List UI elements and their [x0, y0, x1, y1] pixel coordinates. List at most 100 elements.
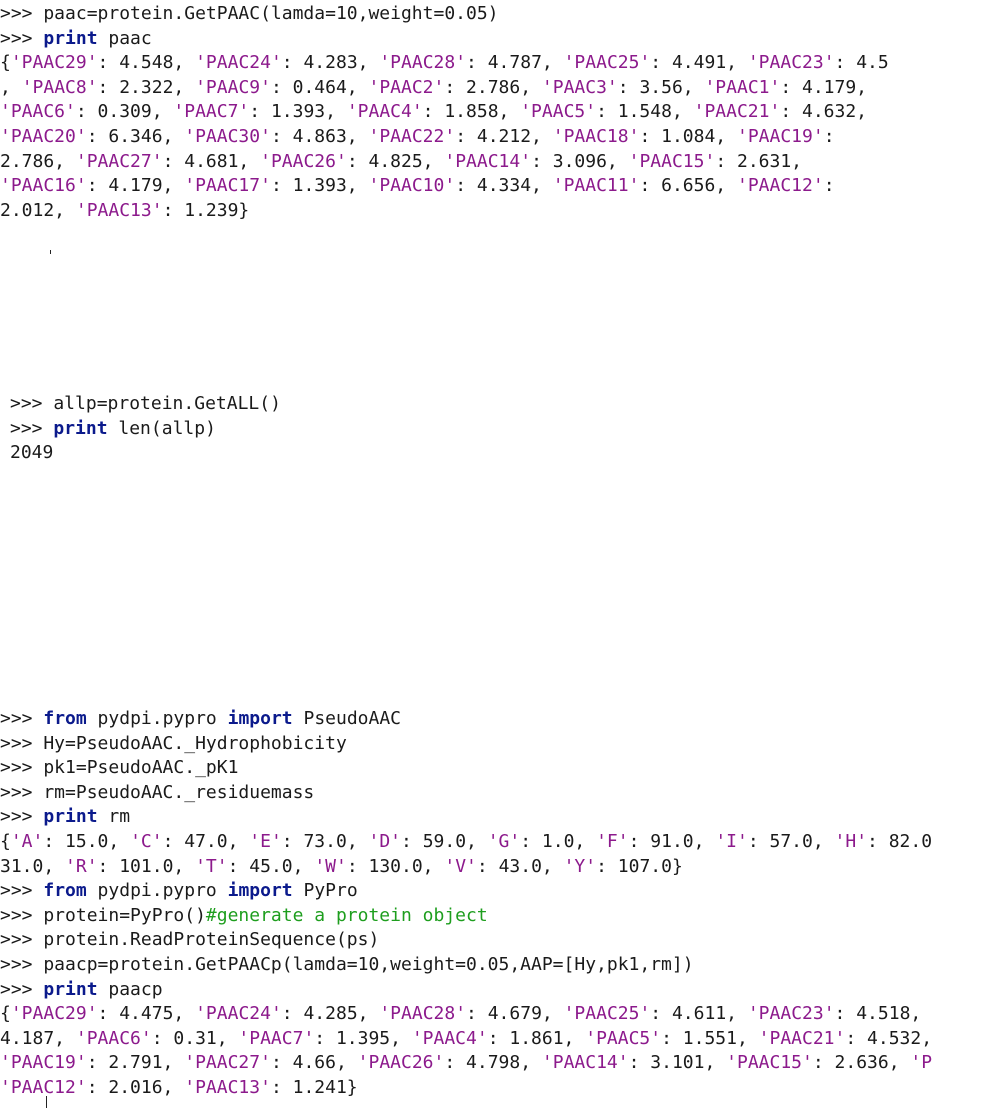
string-token: 'PAAC10': [368, 175, 456, 197]
console-line: {'PAAC29': 4.548, 'PAAC24': 4.283, 'PAAC…: [0, 51, 998, 76]
string-token: 'PAAC15': [628, 150, 716, 172]
code-token: : 43.0,: [476, 855, 564, 877]
console-line: >>> from pydpi.pypro import PseudoAAC: [0, 707, 998, 732]
string-token: 'PAAC21': [758, 1027, 846, 1049]
keyword-token: print: [53, 417, 108, 439]
string-token: 'C': [130, 830, 163, 852]
string-token: 'A': [10, 830, 44, 852]
code-token: : 4.679,: [466, 1003, 564, 1025]
code-token: 31.0,: [0, 855, 66, 877]
string-token: 'PAAC6': [75, 1027, 152, 1049]
code-token: : 4.66,: [270, 1052, 358, 1074]
string-token: 'PAAC24': [195, 52, 282, 74]
string-token: 'F': [596, 830, 629, 852]
console-line: 2.012, 'PAAC13': 1.239}: [0, 199, 998, 224]
console-line: >>> pk1=PseudoAAC._pK1: [0, 756, 998, 781]
string-token: 'PAAC16': [0, 175, 87, 197]
string-token: 'T': [195, 855, 228, 877]
string-token: 'I': [715, 830, 748, 852]
code-token: : 4.283,: [281, 52, 380, 74]
string-token: 'PAAC18': [552, 125, 640, 147]
code-token: : 1.395,: [314, 1027, 412, 1049]
console-line: {'PAAC29': 4.475, 'PAAC24': 4.285, 'PAAC…: [0, 1002, 998, 1027]
console-line: >>> allp=protein.GetALL(): [10, 392, 998, 417]
string-token: 'PAAC3': [541, 76, 618, 98]
string-token: 'PAAC7': [173, 101, 250, 123]
console-line: >>> from pydpi.pypro import PyPro: [0, 879, 998, 904]
code-token: : 4.179,: [86, 175, 185, 197]
string-token: 'PAAC8': [21, 76, 98, 98]
code-token: : 6.656,: [639, 175, 737, 197]
comment-token: #generate a protein object: [205, 904, 488, 926]
console-line: 31.0, 'R': 101.0, 'T': 45.0, 'W': 130.0,…: [0, 855, 998, 880]
code-token: : 1.551,: [661, 1027, 759, 1049]
string-token: 'PAAC28': [379, 52, 467, 74]
string-token: 'G': [487, 830, 521, 852]
code-token: >>>: [0, 806, 44, 828]
string-token: 'PAAC5': [520, 101, 597, 123]
keyword-token: import: [227, 880, 293, 902]
string-token: 'PAAC19': [0, 1052, 87, 1074]
code-token: : 4.518,: [834, 1003, 922, 1025]
console-line: 2049: [10, 441, 998, 466]
code-token: >>> paac=protein.GetPAAC(lamda=10,weight…: [0, 3, 499, 24]
code-token: : 4.212,: [455, 125, 553, 147]
console-line: 4.187, 'PAAC6': 0.31, 'PAAC7': 1.395, 'P…: [0, 1027, 998, 1052]
code-token: >>> Hy=PseudoAAC._Hydrophobicity: [0, 732, 347, 754]
code-token: : 4.285,: [281, 1003, 380, 1025]
code-token: : 1.393,: [249, 101, 347, 123]
string-token: 'D': [368, 830, 402, 852]
code-token: : 4.798,: [444, 1052, 542, 1074]
string-token: 'PAAC4': [411, 1027, 488, 1049]
code-token: : 91.0,: [628, 830, 716, 852]
console-line: >>> protein.ReadProteinSequence(ps): [0, 928, 998, 953]
code-token: : 1.084,: [639, 125, 737, 147]
code-token: : 1.858,: [422, 101, 521, 123]
console-line: 'PAAC16': 4.179, 'PAAC17': 1.393, 'PAAC1…: [0, 174, 998, 199]
text-cursor-icon: [50, 250, 51, 254]
code-token: ,: [0, 76, 22, 98]
string-token: 'PAAC14': [444, 150, 532, 172]
string-token: 'PAAC23': [747, 52, 835, 74]
code-token: PyPro: [292, 880, 358, 902]
code-token: PseudoAAC: [292, 708, 402, 729]
string-token: 'PAAC22': [368, 125, 456, 147]
console-block-paac: >>> paac=protein.GetPAAC(lamda=10,weight…: [0, 2, 998, 223]
string-token: 'PAAC25': [563, 52, 651, 74]
string-token: 'PAAC2': [368, 76, 445, 98]
code-token: >>> pk1=PseudoAAC._pK1: [0, 757, 239, 779]
code-token: {: [0, 52, 11, 74]
code-token: : 4.491,: [650, 52, 748, 74]
code-token: : 2.791,: [86, 1052, 185, 1074]
code-token: : 82.0: [867, 830, 933, 852]
string-token: 'PAAC27': [75, 150, 163, 172]
console-line: >>> Hy=PseudoAAC._Hydrophobicity: [0, 732, 998, 757]
code-token: : 4.548,: [97, 52, 196, 74]
code-token: : 1.861,: [487, 1027, 586, 1049]
code-token: : 1.241}: [270, 1076, 358, 1098]
code-token: : 4.611,: [650, 1003, 748, 1025]
code-token: : 107.0}: [596, 855, 683, 877]
code-token: : 15.0,: [43, 830, 131, 852]
console-block-paacp: >>> from pydpi.pypro import PseudoAAC >>>…: [0, 707, 998, 1101]
code-token: pydpi.pypro: [86, 708, 228, 729]
string-token: 'H': [834, 830, 868, 852]
code-token: paacp: [97, 978, 163, 1000]
string-token: 'PAAC28': [379, 1003, 467, 1025]
code-token: : 4.681,: [162, 150, 261, 172]
string-token: 'PAAC12': [737, 175, 824, 197]
code-token: : 6.346,: [86, 125, 185, 147]
string-token: 'PAAC21': [693, 101, 781, 123]
code-token: 2.786,: [0, 150, 76, 172]
code-token: {: [0, 830, 11, 852]
string-token: 'PAAC29': [10, 1003, 98, 1025]
console-line: >>> paacp=protein.GetPAACp(lamda=10,weig…: [0, 953, 998, 978]
code-token: : 4.825,: [346, 150, 445, 172]
code-token: : 2.786,: [444, 76, 542, 98]
code-token: : 1.548,: [596, 101, 694, 123]
code-token: rm: [97, 806, 131, 828]
keyword-token: print: [43, 978, 98, 1000]
console-line: 'PAAC20': 6.346, 'PAAC30': 4.863, 'PAAC2…: [0, 125, 998, 150]
code-token: >>> protein.ReadProteinSequence(ps): [0, 929, 380, 951]
code-token: : 3.101,: [628, 1052, 727, 1074]
